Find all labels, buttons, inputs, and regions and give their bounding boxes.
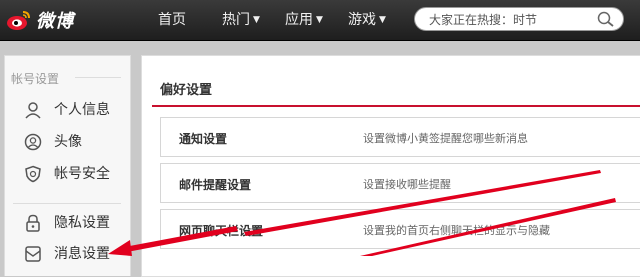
caret-down-icon: ▼ — [316, 15, 323, 25]
nav-apps-label: 应用 — [285, 12, 313, 28]
settings-sidebar: 帐号设置 个人信息 头像 帐号安全 隐私设置 消息设置 — [4, 55, 131, 276]
title-underline — [152, 105, 640, 107]
lock-icon — [23, 213, 43, 233]
sidebar-item-avatar[interactable]: 头像 — [23, 130, 82, 154]
preferences-panel: 偏好设置 通知设置 设置微博小黄签提醒您哪些新消息 邮件提醒设置 设置接收哪些提… — [141, 55, 640, 277]
setting-label: 邮件提醒设置 — [179, 178, 252, 192]
sidebar-divider — [13, 203, 121, 204]
weibo-logo[interactable]: 微博 — [6, 6, 74, 34]
sidebar-item-label: 个人信息 — [54, 102, 110, 118]
setting-row-webchat[interactable]: 网页聊天栏设置 设置我的首页右侧聊天栏的显示与隐藏 — [160, 209, 640, 249]
setting-description: 设置接收哪些提醒 — [363, 178, 451, 191]
caret-down-icon: ▼ — [379, 15, 386, 25]
message-icon — [23, 244, 43, 264]
sidebar-item-security[interactable]: 帐号安全 — [23, 162, 110, 186]
sidebar-item-profile[interactable]: 个人信息 — [23, 98, 110, 122]
setting-label: 网页聊天栏设置 — [179, 224, 264, 238]
sidebar-item-privacy[interactable]: 隐私设置 — [23, 211, 110, 235]
setting-description: 设置微博小黄签提醒您哪些新消息 — [363, 132, 528, 145]
main-area: 帐号设置 个人信息 头像 帐号安全 隐私设置 消息设置 偏好设置 通知设置 设置… — [0, 41, 640, 277]
sidebar-item-messages[interactable]: 消息设置 — [23, 242, 110, 266]
nav-home[interactable]: 首页 — [158, 0, 186, 40]
search-box — [414, 7, 624, 31]
nav-games-label: 游戏 — [348, 12, 376, 28]
sidebar-item-label: 帐号安全 — [54, 166, 110, 182]
setting-row-notifications[interactable]: 通知设置 设置微博小黄签提醒您哪些新消息 — [160, 117, 640, 157]
sidebar-section-title: 帐号设置 — [11, 72, 60, 86]
nav-games[interactable]: 游戏 ▼ — [348, 0, 386, 40]
sidebar-item-label: 消息设置 — [54, 246, 110, 262]
page-title: 偏好设置 — [160, 83, 213, 98]
nav-apps[interactable]: 应用 ▼ — [285, 0, 323, 40]
nav-hot-label: 热门 — [222, 12, 250, 28]
search-icon[interactable] — [597, 11, 615, 27]
nav-hot[interactable]: 热门 ▼ — [222, 0, 260, 40]
nav-home-label: 首页 — [158, 12, 186, 28]
search-input[interactable] — [427, 11, 601, 29]
sidebar-item-label: 头像 — [54, 134, 82, 150]
user-icon — [23, 100, 43, 120]
shield-icon — [23, 164, 43, 184]
logo-text: 微博 — [36, 11, 74, 32]
avatar-icon — [23, 132, 43, 152]
weibo-eye-icon — [7, 11, 30, 30]
top-navigation-bar: 微博 首页 热门 ▼ 应用 ▼ 游戏 ▼ — [0, 0, 640, 41]
setting-row-email[interactable]: 邮件提醒设置 设置接收哪些提醒 — [160, 163, 640, 203]
sidebar-item-label: 隐私设置 — [54, 215, 110, 231]
section-divider — [75, 77, 121, 78]
setting-description: 设置我的首页右侧聊天栏的显示与隐藏 — [363, 224, 550, 237]
caret-down-icon: ▼ — [253, 15, 260, 25]
setting-label: 通知设置 — [179, 132, 228, 146]
